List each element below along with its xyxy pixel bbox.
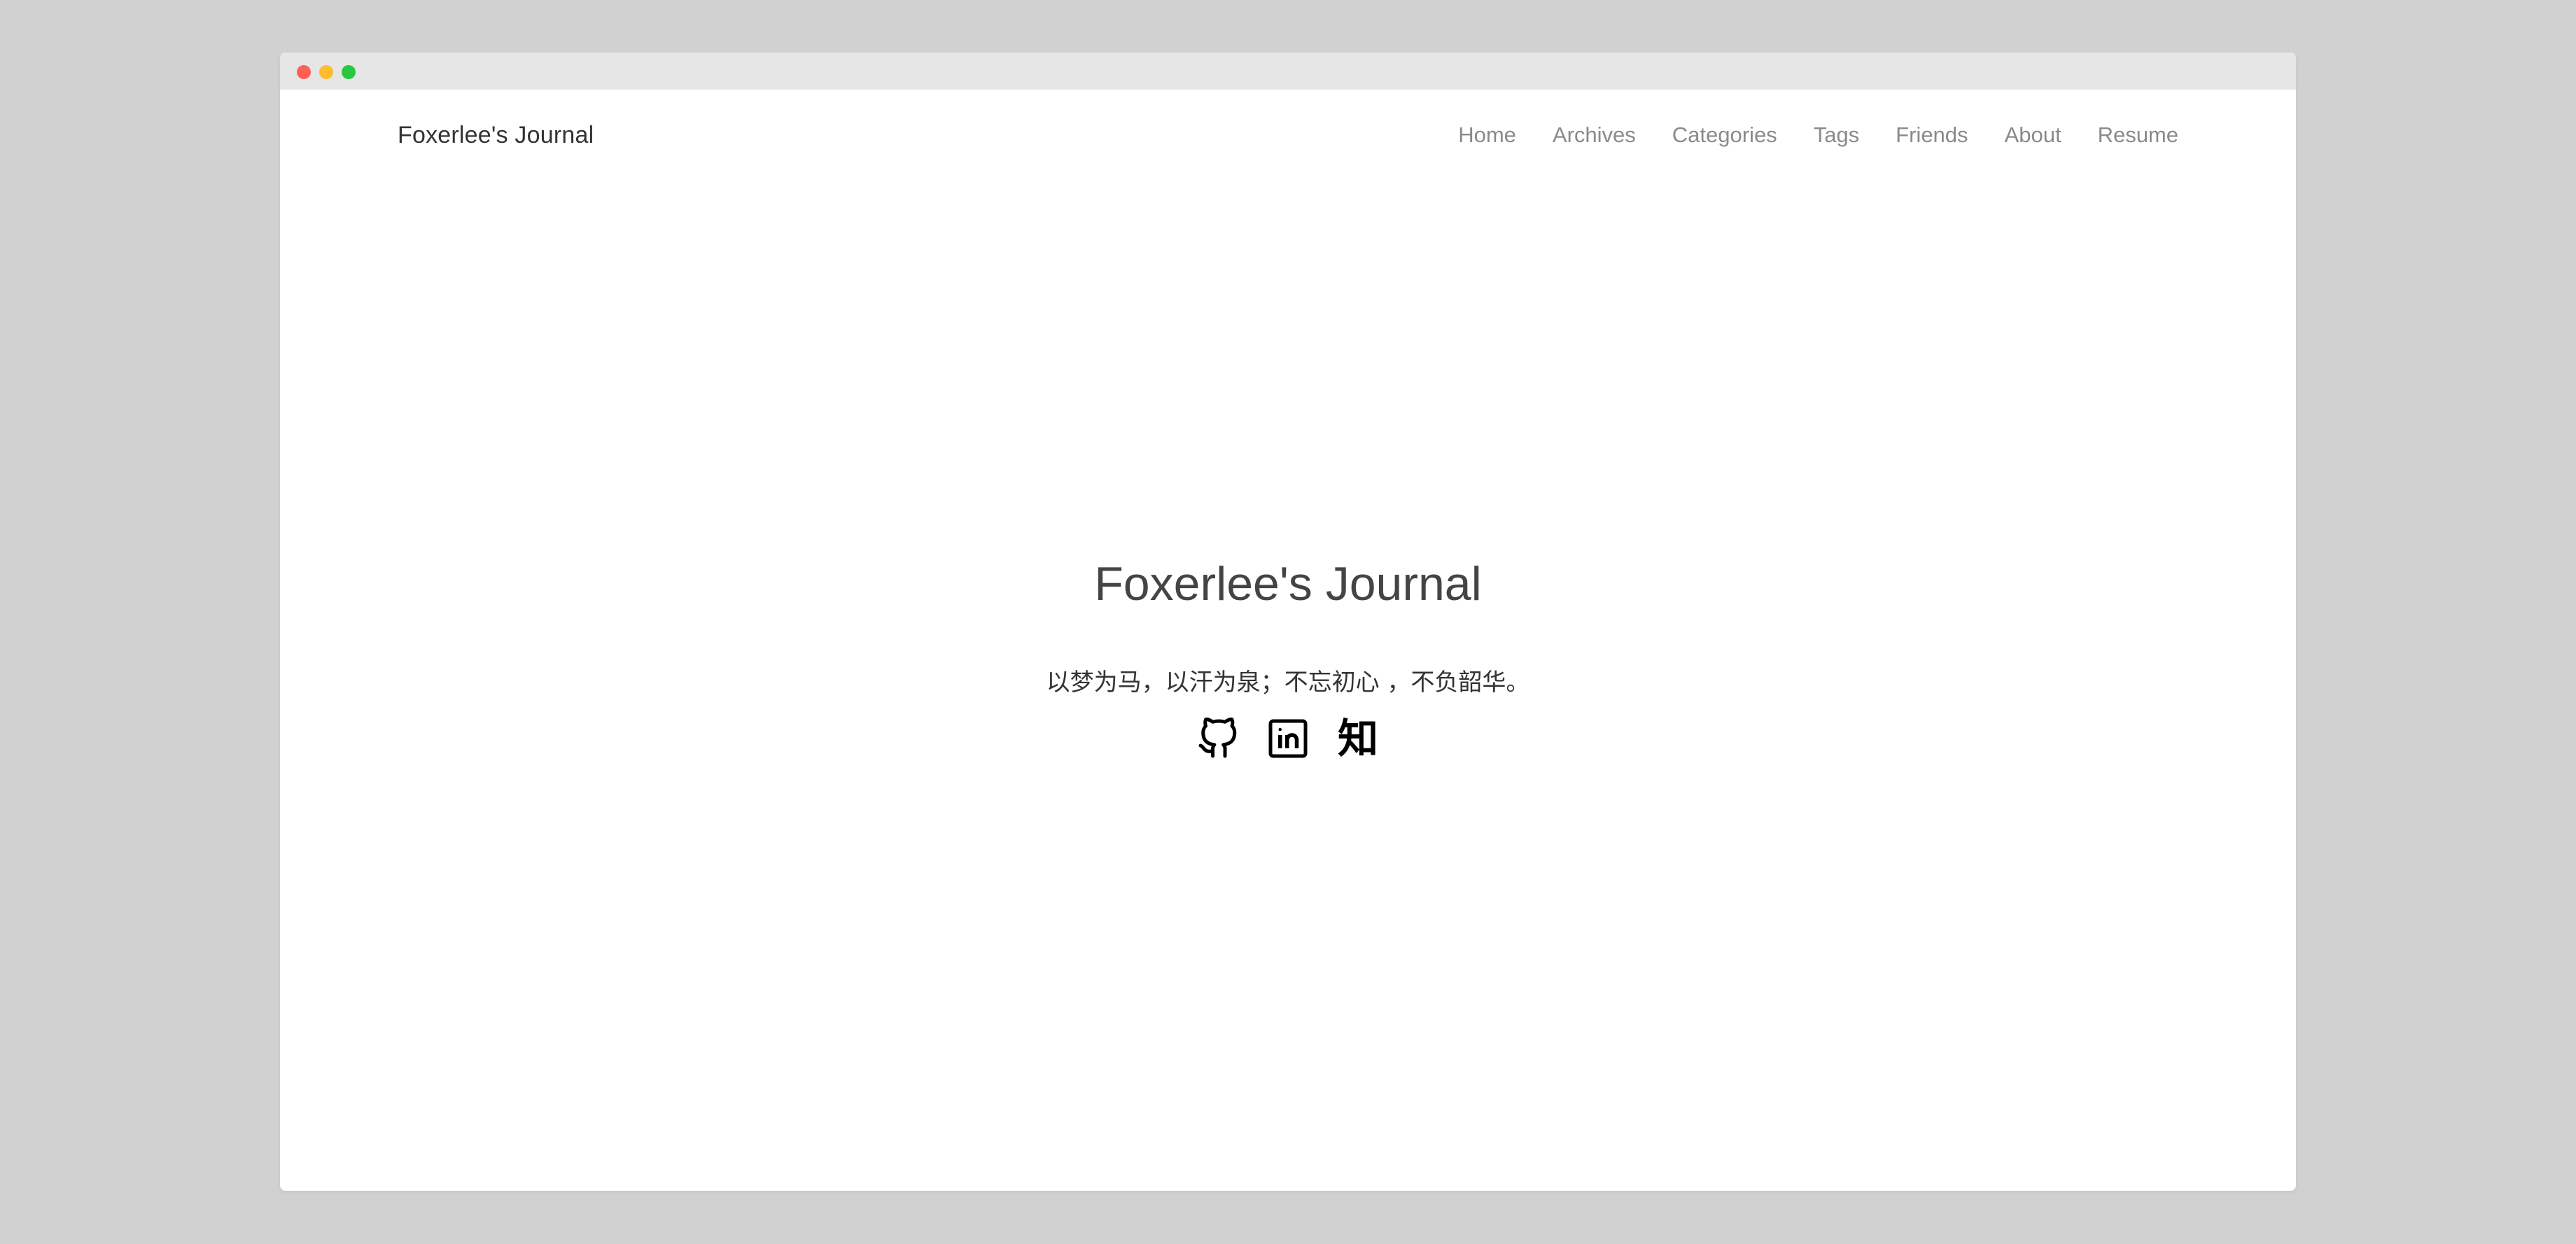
window-maximize-button[interactable] — [342, 65, 356, 79]
zhihu-link[interactable]: 知 — [1337, 716, 1379, 761]
site-brand: Foxerlee's Journal — [398, 121, 594, 148]
hero-subtitle: 以梦为马，以汗为泉；不忘初心 ，不负韶华。 — [1046, 669, 1530, 697]
zhihu-icon: 知 — [1337, 715, 1378, 762]
site-navbar: Foxerlee's Journal Home Archives Categor… — [280, 90, 2296, 181]
site-brand-link[interactable]: Foxerlee's Journal — [398, 90, 594, 181]
nav-item-resume[interactable]: Resume — [2098, 123, 2178, 148]
browser-window: Foxerlee's Journal Home Archives Categor… — [280, 53, 2296, 1191]
main-nav: Home Archives Categories Tags Friends Ab… — [1458, 90, 2178, 181]
nav-item-tags[interactable]: Tags — [1814, 123, 1859, 148]
nav-item-home[interactable]: Home — [1458, 123, 1516, 148]
nav-item-archives[interactable]: Archives — [1553, 123, 1636, 148]
github-icon — [1198, 718, 1237, 758]
nav-item-categories[interactable]: Categories — [1672, 123, 1777, 148]
linkedin-icon — [1268, 719, 1308, 758]
window-close-button[interactable] — [297, 65, 311, 79]
nav-item-about[interactable]: About — [2005, 123, 2062, 148]
linkedin-link[interactable] — [1267, 716, 1309, 761]
nav-item-friends[interactable]: Friends — [1896, 123, 1968, 148]
hero-title: Foxerlee's Journal — [1094, 557, 1482, 610]
social-links: 知 — [280, 714, 2296, 763]
window-minimize-button[interactable] — [319, 65, 333, 79]
github-link[interactable] — [1197, 716, 1239, 761]
window-titlebar — [280, 53, 2296, 90]
hero: Foxerlee's Journal — [280, 560, 2296, 608]
